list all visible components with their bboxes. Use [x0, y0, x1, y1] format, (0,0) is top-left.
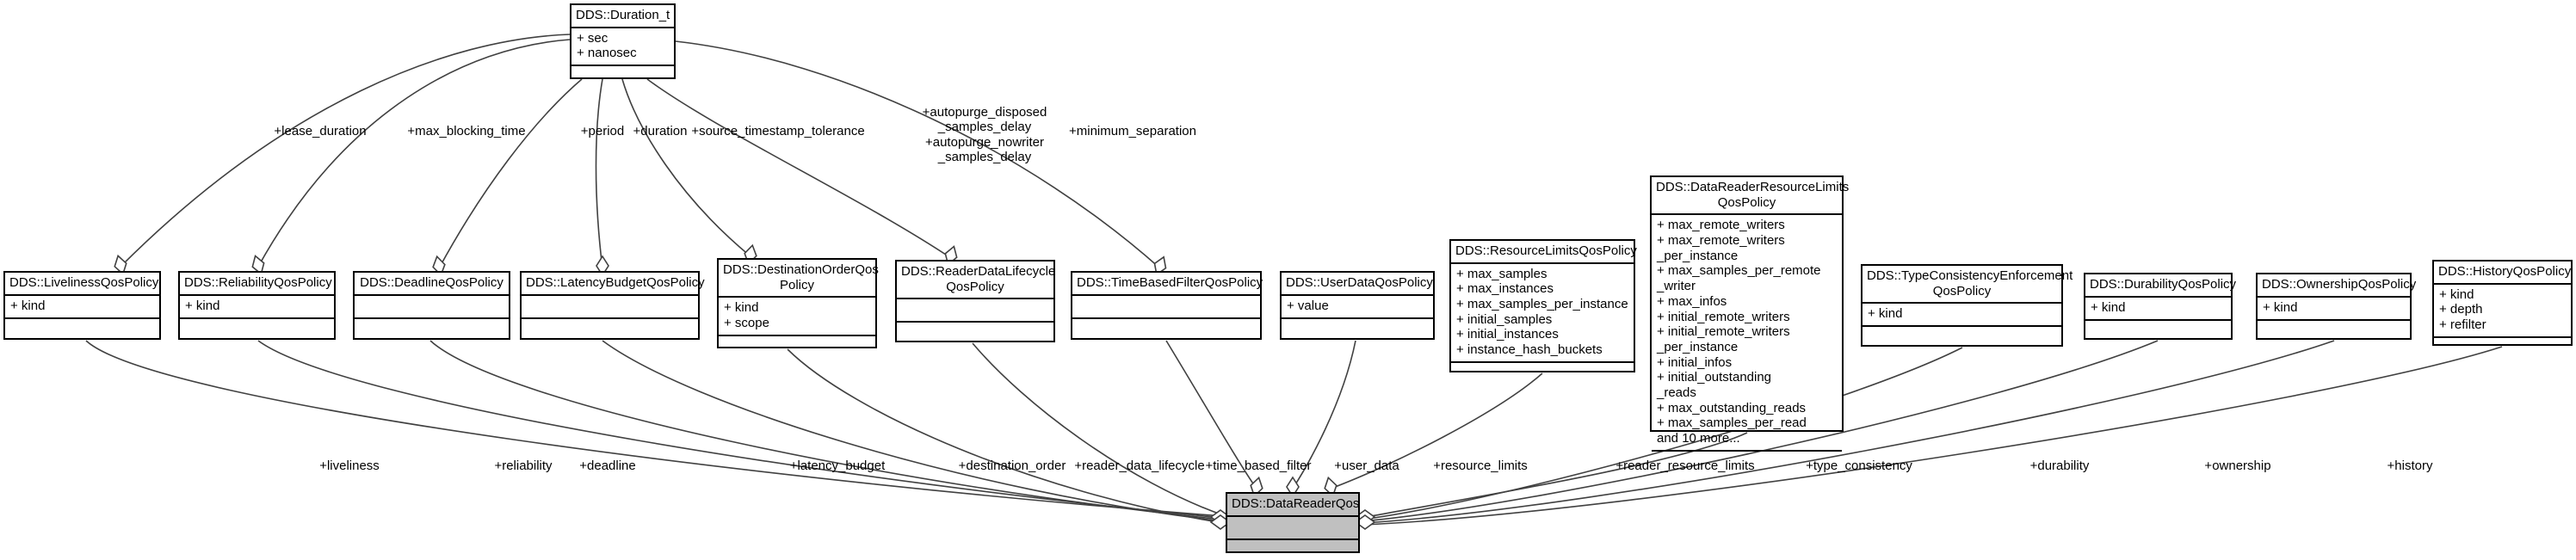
class-attributes-reader_resource_limits: + max_remote_writers + max_remote_writer… — [1652, 215, 1842, 452]
class-operations-destination_order — [719, 336, 875, 358]
class-attributes-resource_limits: + max_samples + max_instances + max_samp… — [1451, 264, 1634, 363]
edge-label-duration: +duration — [633, 124, 688, 138]
class-name-ownership: DDS::OwnershipQosPolicy — [2258, 274, 2416, 298]
class-attributes-datareaderqos — [1227, 517, 1358, 540]
class-attributes-history: + kind + depth + refilter — [2434, 285, 2571, 338]
edge-label-type_consistency: +type_consistency — [1806, 458, 1912, 473]
class-box-reader_data_lifecycle[interactable]: DDS::ReaderDataLifecycle QosPolicy — [895, 260, 1055, 342]
class-box-latency_budget[interactable]: DDS::LatencyBudgetQosPolicy — [520, 271, 705, 341]
class-attributes-time_based_filter — [1072, 296, 1260, 319]
edge-duration-deadline — [438, 78, 583, 269]
edge-label-reader_resource_limits: +reader_resource_limits — [1615, 458, 1755, 473]
edge-readerlifecycle-qos — [972, 342, 1226, 517]
class-name-resource_limits: DDS::ResourceLimitsQosPolicy — [1451, 241, 1637, 264]
class-operations-ownership — [2258, 321, 2410, 342]
class-operations-latency_budget — [522, 319, 698, 341]
edge-label-history: +history — [2387, 458, 2433, 473]
edge-label-deadline: +deadline — [579, 458, 636, 473]
class-name-durability: DDS::DurabilityQosPolicy — [2085, 274, 2236, 298]
edge-label-liveliness: +liveliness — [319, 458, 380, 473]
class-operations-deadline — [355, 319, 509, 341]
edge-label-minimum_separation: +minimum_separation — [1069, 124, 1196, 138]
edge-label-durability: +durability — [2029, 458, 2090, 473]
class-operations-resource_limits — [1451, 363, 1634, 385]
class-attributes-durability: + kind — [2085, 298, 2231, 321]
class-operations-history — [2434, 338, 2571, 360]
class-operations-type_consistency — [1863, 327, 2061, 348]
edge-label-max_blocking_time: +max_blocking_time — [407, 124, 526, 138]
class-box-liveliness[interactable]: DDS::LivelinessQosPolicy + kind — [3, 271, 161, 340]
class-name-type_consistency: DDS::TypeConsistencyEnforcement QosPolic… — [1863, 266, 2073, 305]
edge-label-resource_limits: +resource_limits — [1433, 458, 1528, 473]
class-attributes-reliability: + kind — [180, 296, 334, 319]
edge-liveliness-qos — [85, 340, 1223, 517]
class-box-reader_resource_limits[interactable]: DDS::DataReaderResourceLimits QosPolicy +… — [1650, 175, 1849, 452]
class-attributes-liveliness: + kind — [5, 296, 159, 319]
class-name-duration: DDS::Duration_t — [571, 5, 674, 28]
class-name-reader_data_lifecycle: DDS::ReaderDataLifecycle QosPolicy — [897, 262, 1055, 300]
class-operations-durability — [2085, 321, 2231, 342]
class-box-ownership[interactable]: DDS::OwnershipQosPolicy + kind — [2256, 273, 2416, 342]
edge-duration-latency — [595, 78, 603, 269]
class-attributes-deadline — [355, 296, 509, 319]
edge-label-reader_data_lifecycle: +reader_data_lifecycle — [1074, 458, 1205, 473]
class-attributes-ownership: + kind — [2258, 298, 2410, 321]
class-operations-duration — [571, 66, 674, 88]
edge-label-period: +period — [580, 124, 625, 138]
class-name-history: DDS::HistoryQosPolicy — [2434, 262, 2571, 285]
edge-latency-qos — [602, 340, 1223, 522]
class-name-latency_budget: DDS::LatencyBudgetQosPolicy — [522, 273, 705, 296]
class-box-durability[interactable]: DDS::DurabilityQosPolicy + kind — [2084, 273, 2236, 342]
class-box-type_consistency[interactable]: DDS::TypeConsistencyEnforcement QosPolic… — [1861, 264, 2073, 348]
class-name-deadline: DDS::DeadlineQosPolicy — [355, 273, 509, 296]
class-operations-time_based_filter — [1072, 319, 1260, 341]
class-box-resource_limits[interactable]: DDS::ResourceLimitsQosPolicy + max_sample… — [1449, 239, 1637, 372]
class-attributes-reader_data_lifecycle — [897, 299, 1053, 323]
edge-label-source_timestamp_tolerance: +source_timestamp_tolerance — [691, 124, 865, 138]
class-operations-liveliness — [5, 319, 159, 341]
class-box-reliability[interactable]: DDS::ReliabilityQosPolicy + kind — [178, 271, 336, 340]
class-name-time_based_filter: DDS::TimeBasedFilterQosPolicy — [1072, 273, 1263, 296]
class-attributes-type_consistency: + kind — [1863, 304, 2061, 328]
class-box-deadline[interactable]: DDS::DeadlineQosPolicy — [353, 271, 510, 340]
edge-label-destination_order: +destination_order — [958, 458, 1066, 473]
class-name-liveliness: DDS::LivelinessQosPolicy — [5, 273, 159, 296]
class-box-time_based_filter[interactable]: DDS::TimeBasedFilterQosPolicy — [1071, 271, 1263, 341]
edge-label-lease_duration: +lease_duration — [274, 124, 367, 138]
edge-duration-reliability — [257, 39, 571, 268]
class-name-destination_order: DDS::DestinationOrderQos Policy — [719, 260, 879, 298]
edge-duration-timebased — [675, 40, 1161, 269]
edge-duration-liveliness — [120, 34, 571, 268]
class-name-datareaderqos: DDS::DataReaderQos — [1227, 494, 1359, 517]
class-name-reliability: DDS::ReliabilityQosPolicy — [180, 273, 334, 296]
edge-label-ownership: +ownership — [2204, 458, 2271, 473]
class-name-reader_resource_limits: DDS::DataReaderResourceLimits QosPolicy — [1652, 177, 1849, 216]
edge-label-latency_budget: +latency_budget — [789, 458, 886, 473]
class-operations-user_data — [1282, 319, 1433, 341]
edge-label-user_data: +user_data — [1334, 458, 1399, 473]
class-attributes-latency_budget — [522, 296, 698, 319]
class-attributes-destination_order: + kind + scope — [719, 298, 875, 336]
edge-label-reliability: +reliability — [494, 458, 553, 473]
class-attributes-user_data: + value — [1282, 296, 1433, 319]
class-name-user_data: DDS::UserDataQosPolicy — [1282, 273, 1433, 296]
uml-collaboration-diagram: DDS::Duration_t + sec + nanosecDDS::Livel… — [0, 0, 2576, 560]
edge-label-time_based_filter: +time_based_filter — [1205, 458, 1312, 473]
class-operations-datareaderqos — [1227, 540, 1358, 560]
class-box-history[interactable]: DDS::HistoryQosPolicy + kind + depth + re… — [2432, 260, 2573, 346]
class-box-user_data[interactable]: DDS::UserDataQosPolicy + value — [1280, 271, 1435, 340]
edge-label-autopurge: +autopurge_disposed _samples_delay +auto… — [922, 105, 1047, 164]
edge-deadline-qos — [429, 340, 1223, 520]
class-box-datareaderqos[interactable]: DDS::DataReaderQos — [1226, 492, 1360, 553]
class-operations-reliability — [180, 319, 334, 341]
class-attributes-duration: + sec + nanosec — [571, 28, 674, 67]
class-box-destination_order[interactable]: DDS::DestinationOrderQos Policy + kind + … — [717, 258, 879, 348]
class-operations-reader_data_lifecycle — [897, 323, 1053, 344]
class-box-duration[interactable]: DDS::Duration_t + sec + nanosec — [570, 3, 676, 79]
edge-reliability-qos — [257, 340, 1223, 519]
